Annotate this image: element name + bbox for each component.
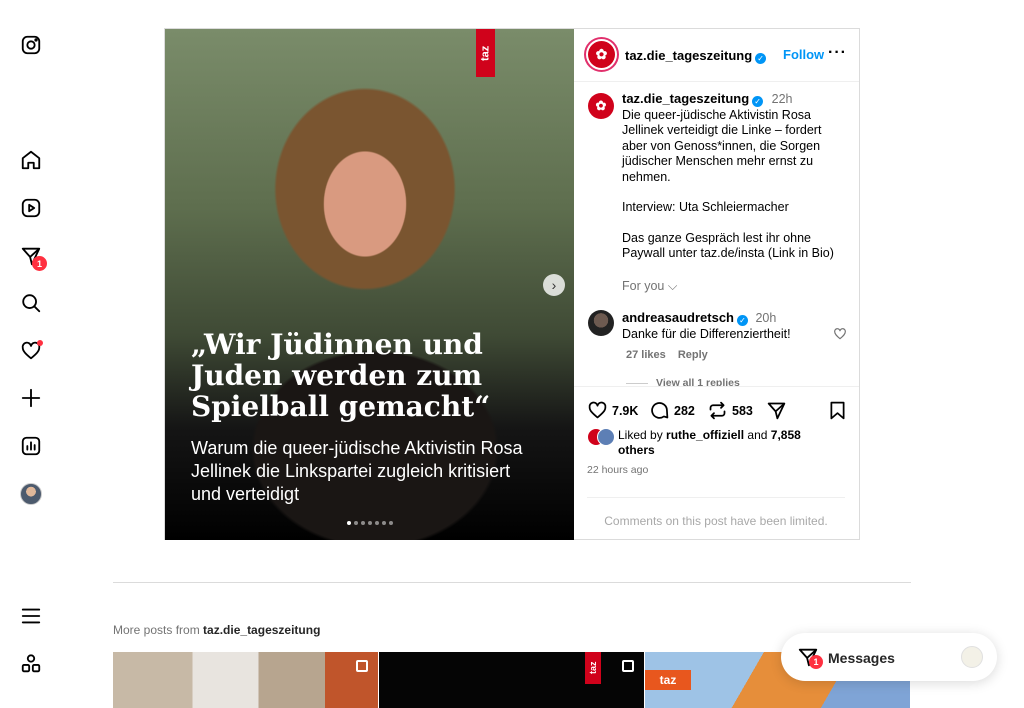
like-count: 7.9K [612, 403, 639, 418]
heart-icon [588, 401, 607, 419]
chevron-right-icon: › [551, 277, 557, 293]
caption-time: 22h [771, 92, 793, 106]
save-button[interactable] [827, 400, 848, 421]
comment-button[interactable]: 282 [649, 400, 695, 421]
repost-button[interactable]: 583 [707, 400, 753, 421]
post-author[interactable]: taz.die_tageszeitung ✓ [625, 47, 767, 65]
paw-icon: ✿ [595, 98, 607, 113]
comment-likes[interactable]: 27 likes [626, 349, 666, 361]
post-caption: taz.die_tageszeitung ✓ 22h Die queer-jüdi… [622, 91, 847, 262]
repost-count: 583 [732, 403, 753, 418]
sidebar: 1 [0, 0, 62, 708]
carousel-dot [381, 521, 386, 525]
comment-reply-button[interactable]: Reply [678, 349, 708, 361]
taz-logo-avatar[interactable]: ✿ [588, 41, 615, 68]
verified-icon: ✓ [737, 315, 748, 326]
paw-icon: ✿ [595, 46, 608, 62]
more-posts-heading: More posts from taz.die_tageszeitung [113, 623, 320, 637]
for-you-toggle[interactable]: For you ⌵ [622, 279, 677, 294]
comment: andreasaudretsch ✓ 20h Danke für die Diff… [622, 310, 842, 342]
comment-bubble-icon [651, 402, 669, 419]
comment-meta: 27 likes Reply [626, 349, 708, 361]
more-post-thumbnail[interactable] [113, 652, 378, 708]
carousel-dot [360, 521, 365, 525]
caption-text-2: Interview: Uta Schleiermacher [622, 200, 789, 214]
carousel-dot [374, 521, 379, 525]
liked-by-avatars[interactable] [587, 428, 615, 446]
messages-badge: 1 [32, 256, 47, 271]
liked-by-conj: and [747, 428, 768, 442]
comment-text: Danke für die Differenziertheit! [622, 326, 791, 341]
carousel-dot [388, 521, 393, 525]
carousel-dot [353, 521, 358, 525]
liked-by-user[interactable]: ruthe_offiziell [666, 428, 744, 442]
comment-username[interactable]: andreasaudretsch [622, 310, 734, 325]
messages-label: Messages [828, 650, 895, 666]
more-posts-prefix: More posts from [113, 623, 200, 637]
search-icon[interactable] [19, 291, 43, 315]
carousel-indicator-icon [356, 660, 368, 672]
comment-avatar[interactable] [588, 310, 614, 336]
reels-icon[interactable] [19, 196, 43, 220]
messages-badge: 1 [809, 655, 823, 669]
carousel-dot [346, 521, 351, 525]
notifications-icon[interactable] [19, 339, 43, 363]
taz-brand-tag: taz [645, 670, 691, 690]
post-image[interactable]: taz „Wir Jüdinnen und Juden werden zum S… [165, 29, 574, 540]
verified-icon: ✓ [752, 96, 764, 107]
carousel-indicator-icon [622, 660, 634, 672]
caption-text-1: Die queer-jüdische Aktivistin Rosa Jelli… [622, 107, 822, 184]
notification-dot [37, 340, 43, 346]
also-from-meta-icon[interactable] [19, 652, 43, 676]
repost-icon [709, 401, 726, 420]
divider [113, 582, 911, 583]
comments-limited-notice: Comments on this post have been limited. [587, 497, 845, 528]
post-timestamp: 22 hours ago [587, 464, 649, 476]
avatar [20, 483, 42, 505]
menu-icon[interactable] [19, 604, 43, 628]
instagram-logo-icon[interactable] [19, 33, 43, 57]
carousel-dot [367, 521, 372, 525]
caption-username[interactable]: taz.die_tageszeitung [622, 91, 749, 106]
caption-avatar[interactable]: ✿ [588, 93, 614, 119]
more-post-thumbnail[interactable]: taz [379, 652, 644, 708]
profile-avatar[interactable] [19, 482, 43, 506]
more-posts-username[interactable]: taz.die_tageszeitung [203, 623, 320, 637]
taz-brand-tag: taz [585, 652, 601, 684]
liked-by-prefix: Liked by [618, 428, 663, 442]
comment-like-heart-icon[interactable] [833, 327, 847, 346]
home-icon[interactable] [19, 148, 43, 172]
messages-bar[interactable]: 1 Messages [781, 633, 997, 681]
comment-time: 20h [755, 311, 777, 325]
messages-icon[interactable]: 1 [19, 244, 47, 271]
create-icon[interactable] [19, 386, 43, 410]
post-card: taz „Wir Jüdinnen und Juden werden zum S… [164, 28, 860, 540]
chevron-down-icon: ⌵ [667, 279, 678, 293]
avatar [597, 428, 615, 446]
dashboard-icon[interactable] [19, 434, 43, 458]
avatar [961, 646, 983, 668]
carousel-next-button[interactable]: › [543, 274, 565, 296]
verified-icon: ✓ [755, 53, 767, 64]
more-options-icon[interactable]: ··· [828, 44, 847, 62]
post-sidebar: ✿ taz.die_tageszeitung ✓ Follow ··· ✿ taz… [574, 29, 859, 539]
share-icon [767, 402, 786, 420]
post-header: ✿ taz.die_tageszeitung ✓ Follow ··· [574, 29, 859, 82]
bookmark-icon [830, 401, 845, 420]
like-button[interactable]: 7.9K [587, 400, 638, 421]
share-button[interactable] [766, 400, 787, 421]
comment-count: 282 [674, 403, 695, 418]
follow-button[interactable]: Follow [783, 47, 824, 62]
taz-brand-tag: taz [476, 29, 495, 77]
liked-by: Liked by ruthe_offiziell and 7,858 other… [587, 428, 817, 458]
for-you-label: For you [622, 279, 665, 293]
post-image-headline: „Wir Jüdinnen und Juden werden zum Spiel… [191, 328, 491, 423]
carousel-dots [165, 521, 574, 525]
author-username[interactable]: taz.die_tageszeitung [625, 48, 752, 63]
post-image-subline: Warum die queer-jüdische Aktivistin Rosa… [191, 438, 523, 504]
caption-text-3: Das ganze Gespräch lest ihr ohne Paywall… [622, 230, 834, 261]
